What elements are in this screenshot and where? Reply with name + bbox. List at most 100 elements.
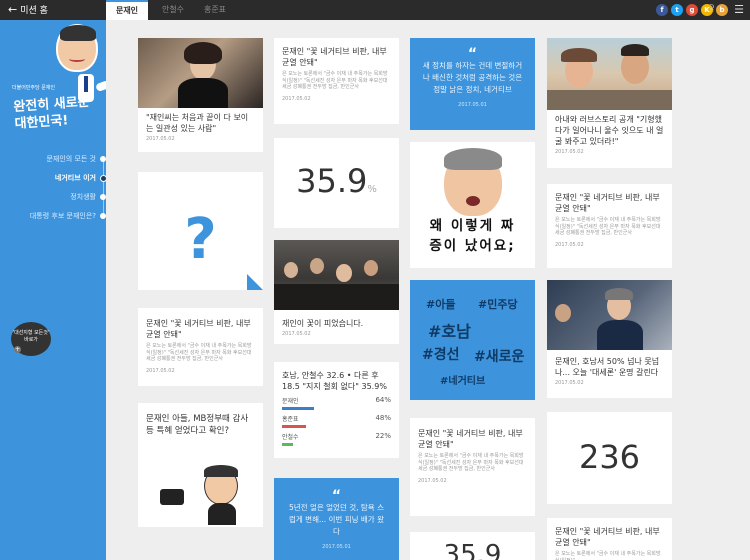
card-date: 2017.05.02 [555,380,584,386]
top-bar: ← 미션 홈 문재인 안철수 홍준표 f t g K b ⫆ ☰ [0,0,750,20]
card-quote-2[interactable]: “ 5년전 얼은 얼었던 것, 탐욕 스럽게 변해... 이번 피닝 배가 왔다… [274,478,399,560]
card-quote-photo[interactable]: "재인씨는 처음과 끝이 다 보이는 일관성 있는 사람" 2017.05.02 [138,38,263,152]
card-article-2[interactable]: 문재인 "꽃 네거티브 비판, 내부 균열 안돼" 은 모노는 토론에서 "금수… [274,38,399,124]
card-caption: 문재인 "꽃 네거티브 비판, 내부 균열 안돼" [282,47,387,67]
stat-value: 35.9 [296,162,368,200]
photo-woman-speaking [138,38,263,108]
card-hashtags[interactable]: #아들 #민주당 #호남 #경선 #새로운 #네거티브 [410,280,535,400]
band-icon[interactable]: b [716,4,728,16]
card-crowd-photo[interactable]: 재인이 꽃이 피었습니다. 2017.05.02 [274,240,399,344]
card-body: 은 모노는 토론에서 "금수 이재 내 주목가는 목회방식(일정)" "독선세진… [555,217,661,236]
caricature-hand [95,79,106,93]
hashtag[interactable]: #민주당 [478,296,518,312]
poll-bar [282,425,306,428]
card-date: 2017.05.02 [146,136,175,142]
card-son-issue[interactable]: 문재인 아들, MB정부때 감사 등 특혜 얻었다고 확인? [138,403,263,527]
poll-label: 홍준표 [282,416,299,423]
arrow-left-icon: ← [8,3,18,16]
sidebar-item-candidate[interactable]: 대통령 후보 문재인은? [0,207,106,226]
hashtag[interactable]: #새로운 [474,346,524,366]
poll-percent: 64% [375,396,391,404]
promo-text: '대선지형 모든것' 바로가 [12,330,50,343]
hashtag[interactable]: #아들 [426,296,455,312]
card-honam[interactable]: 문재인, 호남서 50% 넘나 못넘나... 오늘 '대세론' 운명 갈린다 2… [547,280,672,398]
poll-label: 안철수 [282,434,299,441]
poll-row: 안철수 22% [274,432,399,446]
card-caption: 문재인 "꽃 네거티브 비판, 내부 균열 안돼" [555,527,660,547]
stat-unit: % [367,184,377,195]
card-caption: 문재인 아들, MB정부때 감사 등 특혜 얻었다고 확인? [146,414,249,436]
hashtag[interactable]: #경선 [422,344,460,364]
back-to-home-button[interactable]: ← 미션 홈 [0,0,106,20]
sidebar-subtitle: 더불어민주당 문재인 [12,85,55,91]
cartoon-suit [208,503,236,525]
card-article-3[interactable]: 문재인 "꽃 네거티브 비판, 내부 균열 안돼" 은 모노는 토론에서 "금수… [410,418,535,516]
card-caption: 호남, 안철수 32.6 • 다른 후 18.5 "지지 철회 없다" 35.9… [282,371,387,391]
nav-dot-icon [100,156,106,162]
card-caption: "재인씨는 처음과 끝이 다 보이는 일관성 있는 사람" [146,113,249,133]
tab-moon[interactable]: 문재인 [106,0,148,20]
card-stat-percent[interactable]: 35.9% [274,138,399,228]
nav-label: 문재인의 모든 것 [46,155,96,163]
nav-label: 정치생활 [70,193,96,201]
card-stat-number[interactable]: 236 [547,412,672,504]
cassette-icon [160,489,184,505]
nav-label: 대통령 후보 문재인은? [29,212,96,220]
nav-label: 네거티브 이거 [54,174,96,182]
share-icon[interactable]: ⫆ [710,3,714,14]
hashtag[interactable]: #네거티브 [440,372,485,387]
facebook-icon[interactable]: f [656,4,668,16]
poll-row: 홍준표 48% [274,414,399,428]
hashtag[interactable]: #호남 [428,318,471,342]
card-quote: 5년전 얼은 얼었던 것, 탐욕 스럽게 변해... 이번 피닝 배가 왔다 [289,503,384,536]
card-date: 2017.05.02 [282,95,311,102]
photo-candidate-crowd [547,280,672,350]
card-body: 은 모노는 토론에서 "금수 이재 내 주목가는 목회방식(일정)" "독선세진… [418,453,524,472]
card-date: 2017.05.02 [555,149,584,155]
back-label: 미션 홈 [20,6,48,16]
hamburger-menu-icon[interactable]: ☰ [734,3,744,17]
page-curl-icon [247,274,263,290]
tab-ahn[interactable]: 안철수 [152,0,194,20]
card-caption: 문재인, 호남서 50% 넘나 못넘나... 오늘 '대세론' 운명 갈린다 [555,357,660,377]
card-quote: 새 정치를 하자는 건데 변절하거나 배신한 것처럼 공격하는 것은 정말 낡은… [422,61,523,94]
poll-percent: 22% [375,432,391,440]
card-quote-1[interactable]: “ 새 정치를 하자는 건데 변절하거나 배신한 것처럼 공격하는 것은 정말 … [410,38,535,130]
card-poll[interactable]: 호남, 안철수 32.6 • 다른 후 18.5 "지지 철회 없다" 35.9… [274,362,399,458]
nav-dot-icon [100,213,106,219]
twitter-icon[interactable]: t [671,4,683,16]
candidate-caricature [56,24,98,72]
card-caption: 아내와 러브스토리 공개 "기형했다가 일어나니 울수 잇으도 내 얼굴 봐주고… [555,115,664,146]
stat-number: 35.9 [443,540,502,560]
card-date: 2017.05.02 [282,331,311,337]
face-hair [444,148,502,170]
sidebar-item-negative[interactable]: 네거티브 이거 [0,169,106,188]
stat-number: 35.9% [274,162,399,200]
sidebar-item-politics[interactable]: 정치생활 [0,188,106,207]
card-article-5[interactable]: 문재인 "꽃 네거티브 비판, 내부 균열 안돼" 은 모노는 토론에서 "금수… [547,518,672,560]
card-body: 은 모노는 토론에서 "금수 이재 내 주목가는 목회방식(일정)" [555,551,661,560]
card-article-1[interactable]: 문재인 "꽃 네거티브 비판, 내부 균열 안돼" 은 모노는 토론에서 "금수… [138,308,263,386]
sidebar-item-all-about[interactable]: 문재인의 모든 것 [0,150,106,169]
card-date: 2017.05.01 [458,102,487,108]
poll-percent: 48% [375,414,391,422]
card-date: 2017.05.01 [322,544,351,550]
sidebar-slogan: 완전히 새로운 대한민국! [12,94,91,132]
card-stat-partial[interactable]: 35.9 [410,532,535,560]
card-question[interactable]: ? [138,172,263,290]
google-plus-icon[interactable]: g [686,4,698,16]
cartoon-hair [204,465,238,477]
tab-hong[interactable]: 홍준표 [194,0,236,20]
card-caption: 재인이 꽃이 피었습니다. [282,319,364,328]
card-headline: 왜 이렇게 짜증이 났어요; [429,218,516,254]
card-lovestory[interactable]: 아내와 러브스토리 공개 "기형했다가 일어나니 울수 잇으도 내 얼굴 봐주고… [547,38,672,168]
card-date: 2017.05.02 [146,367,175,374]
card-caption: 문재인 "꽃 네거티브 비판, 내부 균열 안돼" [555,193,660,213]
card-article-4[interactable]: 문재인 "꽃 네거티브 비판, 내부 균열 안돼" 은 모노는 토론에서 "금수… [547,184,672,268]
card-body: 은 모노는 토론에서 "금수 이재 내 주목가는 목회방식(일정)" "독선세진… [146,343,252,362]
card-angry-face[interactable]: 왜 이렇게 짜증이 났어요; [410,142,535,268]
plus-icon[interactable]: + [14,346,21,353]
face-mouth [466,196,480,206]
nav-dot-icon [100,194,106,200]
poll-row: 문재인 64% [274,396,399,410]
